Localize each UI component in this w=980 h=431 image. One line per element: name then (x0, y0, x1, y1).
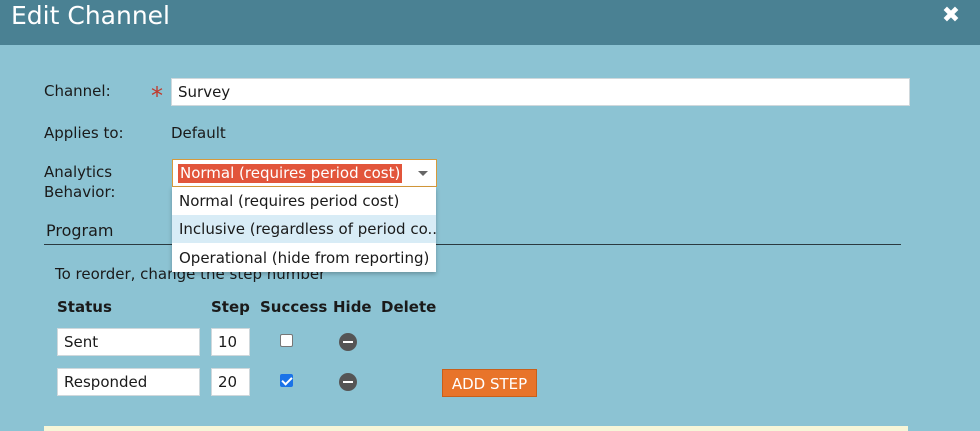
dropdown-option-operational[interactable]: Operational (hide from reporting) (172, 244, 436, 272)
program-section-title: Program (46, 221, 114, 240)
applies-to-label: Applies to: (44, 124, 124, 142)
success-checkbox[interactable] (280, 334, 293, 347)
success-checkbox[interactable] (280, 374, 293, 387)
analytics-selected-value: Normal (requires period cost) (178, 164, 403, 183)
column-header-success: Success (260, 298, 328, 316)
dropdown-option-normal[interactable]: Normal (requires period cost) (172, 187, 436, 215)
add-step-button[interactable]: ADD STEP (442, 369, 537, 397)
close-icon[interactable]: ✖ (938, 3, 964, 29)
status-input[interactable]: Responded (57, 368, 200, 396)
channel-label: Channel: (44, 82, 111, 100)
column-header-hide: Hide (333, 298, 372, 316)
column-header-step: Step (211, 298, 250, 316)
bottom-panel (44, 426, 908, 431)
column-header-status: Status (57, 298, 112, 316)
required-mark: * (151, 82, 163, 110)
column-header-delete: Delete (381, 298, 437, 316)
step-input[interactable]: 20 (211, 368, 250, 396)
applies-to-value: Default (171, 124, 226, 142)
dropdown-option-inclusive[interactable]: Inclusive (regardless of period co... (172, 215, 436, 243)
hide-icon[interactable] (339, 373, 357, 391)
chevron-down-icon (418, 171, 428, 176)
hide-icon[interactable] (339, 333, 357, 351)
step-input[interactable]: 10 (211, 328, 250, 356)
status-input[interactable]: Sent (57, 328, 200, 356)
channel-input[interactable]: Survey (171, 78, 910, 106)
analytics-label-line2: Behavior: (44, 183, 116, 201)
dialog-title: Edit Channel (11, 1, 170, 30)
analytics-dropdown-list: Normal (requires period cost) Inclusive … (172, 187, 436, 272)
analytics-label-line1: Analytics (44, 163, 113, 181)
analytics-behavior-select[interactable]: Normal (requires period cost) (172, 159, 437, 187)
